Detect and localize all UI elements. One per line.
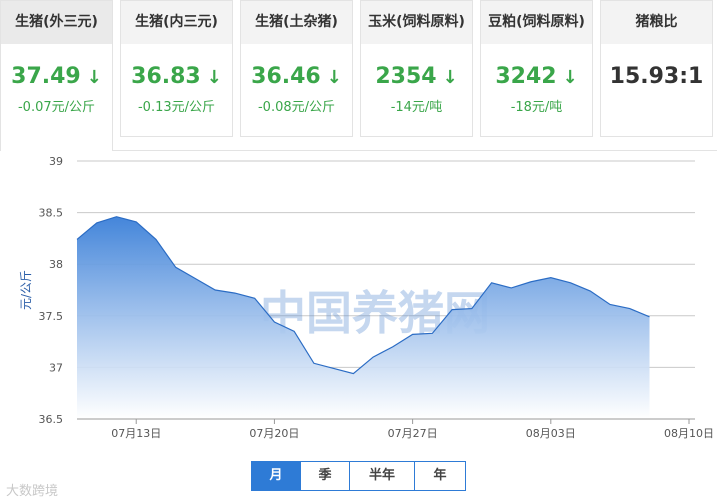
price-value: 36.46: [251, 64, 321, 89]
price-value: 36.83: [131, 64, 201, 89]
card-title: 豆粕(饲料原料): [481, 1, 592, 44]
y-tick-label: 37.5: [39, 310, 64, 323]
card-pig-waisanyuan[interactable]: 生猪(外三元) 37.49 ↓ -0.07元/公斤: [0, 0, 113, 151]
price-value: 15.93:1: [609, 64, 704, 89]
x-tick-label: 07月27日: [388, 427, 438, 440]
card-title: 生猪(内三元): [121, 1, 232, 44]
card-price: 3242 ↓: [481, 64, 592, 90]
card-title: 生猪(外三元): [1, 1, 112, 44]
card-price: 36.46 ↓: [241, 64, 352, 90]
down-arrow-icon: ↓: [86, 67, 102, 88]
card-price: 15.93:1: [601, 64, 712, 90]
price-chart: 36.53737.53838.539元/公斤 中国养猪网07月13日 07月20日 0…: [19, 155, 714, 440]
card-soymeal[interactable]: 豆粕(饲料原料) 3242 ↓ -18元/吨: [480, 0, 593, 137]
card-title: 生猪(土杂猪): [241, 1, 352, 44]
card-change: -0.08元/公斤: [257, 100, 336, 115]
card-price: 2354 ↓: [361, 64, 472, 90]
card-corn[interactable]: 玉米(饲料原料) 2354 ↓ -14元/吨: [360, 0, 473, 137]
y-tick-label: 36.5: [39, 413, 64, 426]
down-arrow-icon: ↓: [326, 67, 342, 88]
card-price: 37.49 ↓: [1, 64, 112, 90]
card-price: 36.83 ↓: [121, 64, 232, 90]
y-tick-label: 38: [49, 258, 63, 271]
price-cards: 生猪(外三元) 37.49 ↓ -0.07元/公斤 生猪(内三元) 36.83 ↓ …: [0, 0, 717, 151]
x-tick-label: 08月03日: [526, 427, 576, 440]
x-tick-label: 08月10日: [664, 427, 714, 440]
x-tick-label: 07月13日: [111, 427, 161, 440]
card-change: -18元/吨: [510, 100, 563, 115]
card-change: -0.07元/公斤: [17, 100, 96, 115]
down-arrow-icon: ↓: [562, 67, 578, 88]
card-pig-grain-ratio[interactable]: 猪粮比 15.93:1: [600, 0, 713, 137]
y-axis-label: 元/公斤: [19, 270, 33, 310]
y-tick-label: 37: [49, 361, 63, 374]
price-value: 2354: [375, 64, 437, 89]
card-title: 猪粮比: [601, 1, 712, 44]
card-pig-neisanyuan[interactable]: 生猪(内三元) 36.83 ↓ -0.13元/公斤: [120, 0, 233, 137]
y-tick-label: 38.5: [39, 207, 64, 220]
card-change: -14元/吨: [390, 100, 443, 115]
x-tick-label: 07月20日: [249, 427, 299, 440]
down-arrow-icon: ↓: [206, 67, 222, 88]
price-value: 37.49: [11, 64, 81, 89]
card-change: -0.13元/公斤: [137, 100, 216, 115]
card-pig-tuzazhu[interactable]: 生猪(土杂猪) 36.46 ↓ -0.08元/公斤: [240, 0, 353, 137]
price-value: 3242: [495, 64, 557, 89]
y-tick-label: 39: [49, 155, 63, 168]
down-arrow-icon: ↓: [442, 67, 458, 88]
chart-panel: 36.5 37 37.5 38 38.5 39 元/公斤 中国养猪网 07月13日 07月20日 0…: [0, 150, 717, 502]
card-title: 玉米(饲料原料): [361, 1, 472, 44]
